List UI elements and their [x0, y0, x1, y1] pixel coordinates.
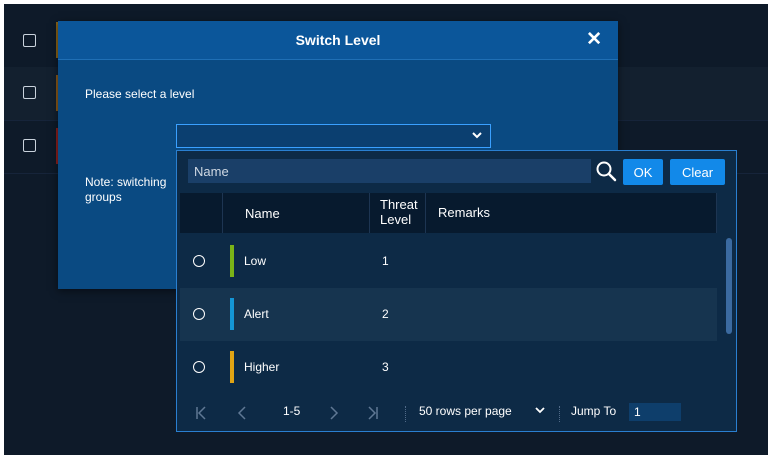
jump-to-input[interactable] — [629, 403, 681, 421]
level-color-bar — [230, 298, 234, 330]
prev-page-icon[interactable] — [237, 406, 247, 420]
row-checkbox[interactable] — [23, 86, 36, 99]
close-icon[interactable]: ✕ — [586, 28, 602, 51]
pager-divider — [559, 406, 561, 422]
header-name-label: Name — [245, 206, 280, 221]
row-radio[interactable] — [193, 308, 205, 320]
table-header: Name Threat Level Remarks — [180, 193, 717, 233]
header-radio-col — [180, 193, 223, 233]
dialog-header: Switch Level ✕ — [58, 21, 618, 60]
cell-threat-level: 1 — [382, 254, 389, 268]
cell-threat-level: 2 — [382, 307, 389, 321]
header-threat-line2: Level — [380, 212, 412, 227]
table-row[interactable]: Alert 2 — [180, 288, 717, 341]
level-dropdown-panel: OK Clear Name Threat Level Remarks Low — [176, 150, 737, 432]
note-line-2: groups — [85, 190, 122, 204]
cell-name: Alert — [244, 307, 269, 321]
note-line-1: Note: switching — [85, 175, 167, 189]
ok-button[interactable]: OK — [623, 159, 663, 185]
page-range: 1-5 — [283, 404, 301, 418]
clear-button[interactable]: Clear — [670, 159, 725, 185]
cell-name: Higher — [244, 360, 280, 374]
level-color-bar — [230, 351, 234, 383]
header-threat-label: Threat Level — [380, 197, 418, 227]
scrollbar-thumb[interactable] — [726, 238, 732, 334]
cell-name: Low — [244, 254, 267, 268]
header-name[interactable]: Name — [223, 193, 370, 233]
table-row[interactable]: Higher 3 — [180, 341, 717, 394]
header-threat-level[interactable]: Threat Level — [370, 193, 426, 233]
header-threat-line1: Threat — [380, 197, 418, 212]
header-remarks[interactable]: Remarks — [426, 193, 717, 233]
dialog-title: Switch Level — [295, 32, 381, 48]
level-select[interactable] — [176, 124, 491, 148]
app-window: Switch Level ✕ Please select a level Not… — [4, 4, 768, 455]
next-page-icon[interactable] — [329, 406, 339, 420]
row-checkbox[interactable] — [23, 139, 36, 152]
first-page-icon[interactable] — [195, 406, 207, 420]
name-search-input[interactable] — [188, 159, 591, 183]
pager-divider — [405, 406, 407, 422]
chevron-down-icon[interactable] — [534, 403, 546, 417]
search-icon[interactable] — [595, 160, 617, 182]
row-checkbox[interactable] — [23, 34, 36, 47]
select-level-prompt: Please select a level — [85, 87, 195, 101]
last-page-icon[interactable] — [367, 406, 379, 420]
row-radio[interactable] — [193, 255, 205, 267]
table-body: Low 1 Alert 2 Higher 3 — [180, 235, 717, 395]
jump-to-label: Jump To — [571, 404, 617, 418]
chevron-down-icon[interactable] — [471, 129, 483, 141]
rows-per-page-select[interactable]: 50 rows per page — [419, 404, 512, 418]
switch-note: Note: switching groups — [85, 175, 177, 205]
table-row[interactable]: Low 1 — [180, 235, 717, 288]
row-radio[interactable] — [193, 361, 205, 373]
cell-threat-level: 3 — [382, 360, 389, 374]
pagination-bar: 1-5 50 rows per page Jump To — [177, 397, 736, 427]
header-remarks-label: Remarks — [438, 205, 491, 220]
level-color-bar — [230, 245, 234, 277]
